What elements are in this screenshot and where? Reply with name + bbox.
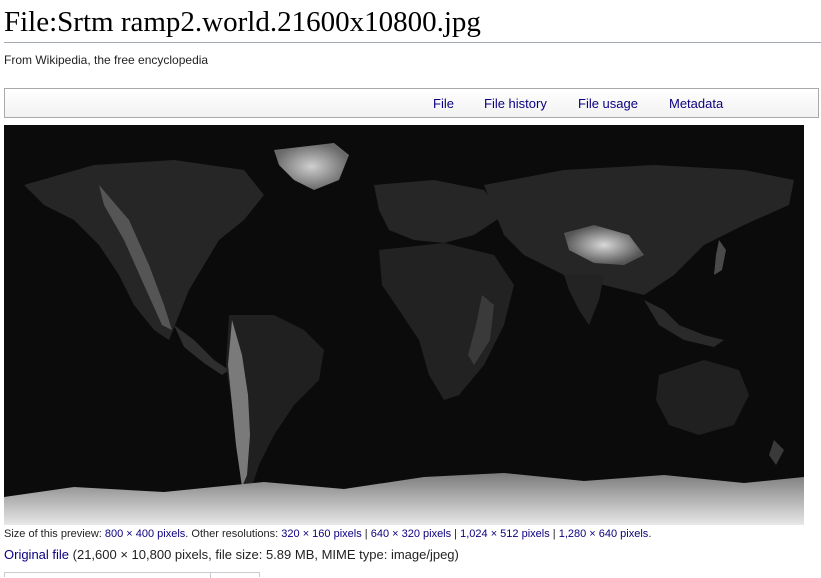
- world-elevation-map: [4, 125, 804, 525]
- title-divider: [4, 42, 821, 43]
- original-file-info: Original file (21,600 × 10,800 pixels, f…: [4, 547, 459, 562]
- res-separator: |: [549, 528, 559, 540]
- file-preview-image[interactable]: [4, 125, 804, 525]
- res-separator: |: [361, 528, 371, 540]
- toc-link-file[interactable]: File: [433, 96, 454, 111]
- size-suffix: .: [648, 528, 652, 540]
- file-table-edge: [4, 572, 260, 578]
- original-file-link[interactable]: Original file: [4, 547, 69, 562]
- res-separator: |: [451, 528, 461, 540]
- file-toc-bar: File File history File usage Metadata: [4, 88, 819, 118]
- resolution-link-1280[interactable]: 1,280 × 640 pixels: [559, 528, 649, 540]
- toc-link-metadata[interactable]: Metadata: [669, 96, 723, 111]
- toc-link-file-history[interactable]: File history: [484, 96, 547, 111]
- resolution-link-320[interactable]: 320 × 160 pixels: [281, 528, 361, 540]
- resolution-link-1024[interactable]: 1,024 × 512 pixels: [460, 528, 550, 540]
- preview-size-link[interactable]: 800 × 400 pixels: [105, 528, 185, 540]
- page-title: File:Srtm ramp2.world.21600x10800.jpg: [4, 6, 481, 38]
- size-prefix: Size of this preview:: [4, 528, 105, 540]
- other-res-prefix: . Other resolutions:: [185, 528, 282, 540]
- resolution-link-640[interactable]: 640 × 320 pixels: [371, 528, 451, 540]
- original-file-details: (21,600 × 10,800 pixels, file size: 5.89…: [69, 547, 459, 562]
- toc-link-file-usage[interactable]: File usage: [578, 96, 638, 111]
- preview-size-info: Size of this preview: 800 × 400 pixels. …: [4, 528, 651, 540]
- site-tagline: From Wikipedia, the free encyclopedia: [4, 53, 209, 67]
